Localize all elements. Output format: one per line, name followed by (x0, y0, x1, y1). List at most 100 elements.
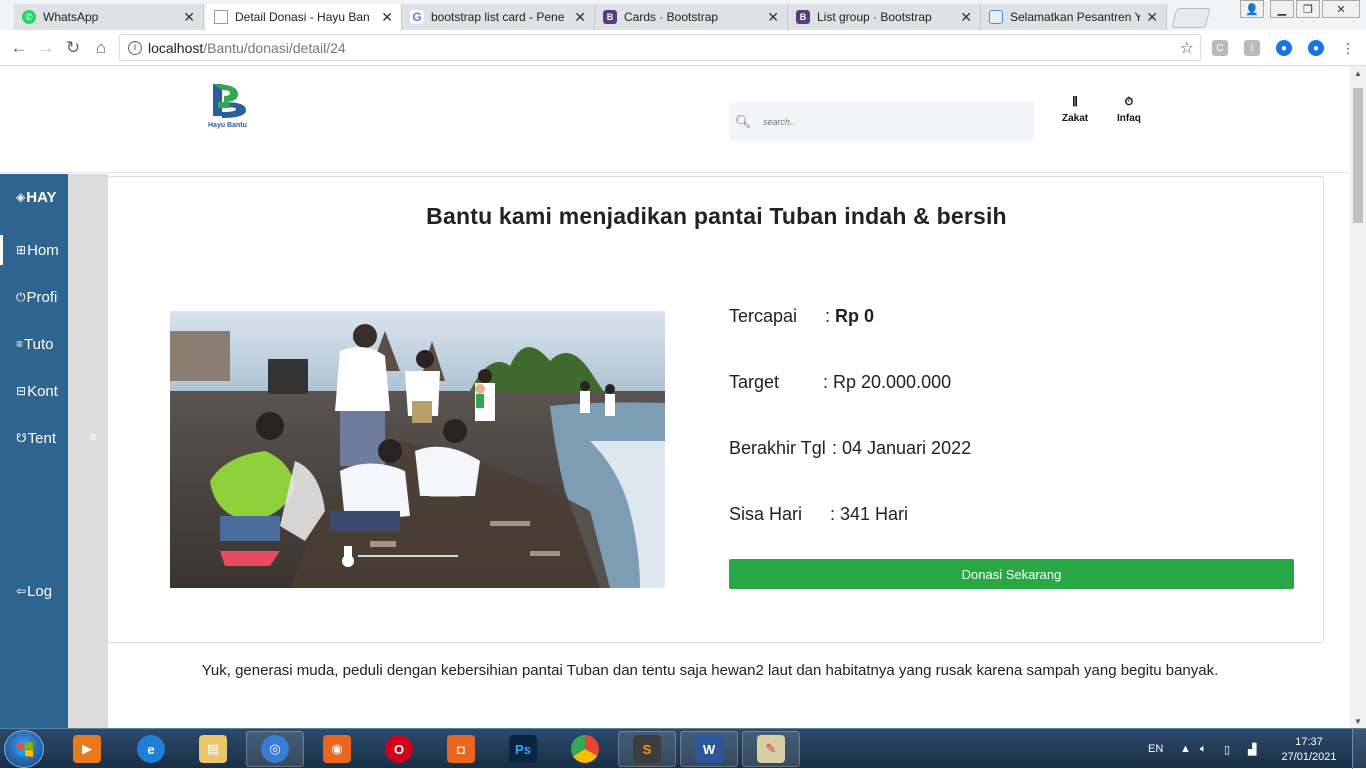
taskbar-internet-explorer[interactable]: e (122, 731, 180, 767)
tab-bootstrap-cards[interactable]: B Cards · Bootstrap ✕ (595, 4, 788, 30)
tab-detail-donasi[interactable]: Detail Donasi - Hayu Ban ✕ (206, 4, 402, 30)
info-icon[interactable]: i (128, 40, 142, 55)
taskbar-app-orange[interactable]: ◉ (308, 731, 366, 767)
taskbar-word[interactable]: W (680, 731, 738, 767)
nav-zakat-label: Zakat (1062, 113, 1089, 124)
show-desktop-button[interactable] (1352, 729, 1366, 769)
windows-taskbar: ▶ e ▤ ◎ ◉ O ◘ Ps S W ✎ EN ▲ 🔈︎ ▯ ▟ 17:37… (0, 728, 1366, 769)
tab-bootstrap-list-group[interactable]: B List group · Bootstrap ✕ (788, 4, 981, 30)
sidebar-brand[interactable]: ◈ HAY (0, 182, 68, 212)
nav-zakat[interactable]: ⫼ Zakat (1062, 96, 1088, 124)
restore-icon[interactable]: ❐ (1296, 0, 1320, 18)
berakhir-row: Berakhir Tgl: 04 Januari 2022 (729, 438, 971, 459)
hamburger-icon[interactable]: ≡ (89, 429, 97, 444)
sidebar-brand-label: HAY (26, 188, 57, 206)
extension-search2-icon[interactable]: ● (1308, 40, 1324, 56)
scroll-up-icon[interactable]: ▲ (1350, 66, 1366, 80)
contact-icon: ⊟ (16, 384, 27, 398)
search-input[interactable] (757, 102, 1034, 141)
power-icon: ⏻ (16, 289, 26, 304)
bookmark-star-icon[interactable]: ☆ (1180, 38, 1194, 58)
taskbar-camera-app[interactable]: ◘ (432, 731, 490, 767)
camera-icon: ◘ (447, 735, 475, 763)
clock-time: 17:37 (1295, 736, 1323, 748)
sisa-hari-value: : 341 Hari (830, 504, 909, 524)
system-clock[interactable]: 17:37 27/01/2021 (1278, 735, 1340, 765)
extension-c-icon[interactable]: C (1212, 40, 1228, 56)
profile-icon[interactable]: 👤 (1240, 0, 1264, 18)
sidebar-item-home[interactable]: ⊞ Hom (0, 235, 68, 265)
home-icon[interactable]: ⌂ (90, 37, 112, 59)
web-page: Hayu Bantu 🔍︎ ⫼ Zakat ⏱ Infaq ◈HAY ⊞Hom … (0, 66, 1350, 728)
tab-title: Detail Donasi - Hayu Ban (235, 10, 370, 24)
sidebar-item-tutorial[interactable]: ≡ Tuto (0, 329, 68, 359)
taskbar-chrome[interactable] (556, 731, 614, 767)
sidebar-item-kontak[interactable]: ⊟ Kont (0, 376, 68, 406)
address-bar[interactable]: i localhost/Bantu/donasi/detail/24 ☆ (119, 34, 1201, 61)
tab-google-search[interactable]: G bootstrap list card - Pene ✕ (402, 4, 595, 30)
language-indicator[interactable]: EN (1148, 729, 1163, 769)
taskbar-paint[interactable]: ✎ (742, 731, 800, 767)
back-icon[interactable]: ← (8, 37, 30, 59)
reload-icon[interactable]: ↻ (62, 37, 84, 59)
donate-now-button[interactable]: Donasi Sekarang (729, 559, 1294, 589)
close-icon[interactable]: ✕ (1146, 9, 1158, 26)
chromium-icon: ◎ (261, 735, 289, 763)
windows-flag-icon (17, 742, 33, 757)
power-tray-icon[interactable]: ▯ (1224, 729, 1230, 769)
forward-icon[interactable]: → (35, 37, 57, 59)
sidebar-item-profil[interactable]: ⏻ Profi (0, 282, 68, 312)
taskbar-chromium[interactable]: ◎ (246, 731, 304, 767)
minimize-icon[interactable]: ▁ (1270, 0, 1294, 18)
carousel-indicator-icon[interactable] (340, 546, 460, 568)
close-icon[interactable]: ✕ (767, 9, 779, 26)
close-icon[interactable]: ✕ (381, 9, 393, 26)
close-icon[interactable]: ✕ (960, 9, 972, 26)
sidebar-item-logout[interactable]: ⇦ Log (0, 576, 68, 606)
url-host: localhost (148, 39, 204, 56)
menu-icon[interactable]: ⋮ (1340, 40, 1356, 56)
tercapai-value: Rp 0 (835, 306, 875, 326)
target-value: : Rp 20.000.000 (823, 372, 952, 392)
chrome-icon (571, 735, 599, 763)
close-icon[interactable]: ✕ (183, 9, 195, 26)
taskbar-media-player[interactable]: ▶ (58, 731, 116, 767)
target-row: Target : Rp 20.000.000 (729, 372, 951, 393)
sidebar-item-label: Tuto (24, 335, 54, 353)
layers-icon: ◈ (16, 190, 26, 204)
taskbar-sublime-text[interactable]: S (618, 731, 676, 767)
browser-toolbar: ← → ↻ ⌂ i localhost/Bantu/donasi/detail/… (0, 30, 1366, 66)
sidebar-toggle-area: ≡ (68, 174, 108, 728)
nav-infaq[interactable]: ⏱ Infaq (1117, 96, 1141, 124)
tab-whatsapp[interactable]: ✆ WhatsApp ✕ (14, 4, 204, 30)
start-button[interactable] (4, 730, 44, 768)
opera-icon: O (385, 735, 413, 763)
google-icon: G (410, 10, 424, 24)
clock-date: 27/01/2021 (1281, 751, 1337, 763)
sidebar-item-label: Profi (26, 288, 58, 306)
show-hidden-icons-icon[interactable]: ▲ (1180, 729, 1191, 769)
bootstrap-icon: B (603, 10, 617, 24)
sidebar: ◈ HAY ⊞ Hom ⏻ Profi ≡ Tuto ⊟ Kont ☋ Tent ⇦ Log (0, 174, 68, 728)
network-icon[interactable]: ▟ (1248, 729, 1256, 769)
page-scrollbar[interactable]: ▲ ▼ (1350, 66, 1366, 728)
search-icon[interactable]: 🔍︎ (729, 114, 757, 130)
volume-icon[interactable]: 🔈︎ (1200, 729, 1207, 769)
scroll-down-icon[interactable]: ▼ (1350, 714, 1366, 728)
whatsapp-icon: ✆ (22, 10, 36, 24)
sisa-hari-row: Sisa Hari: 341 Hari (729, 504, 908, 525)
scrollbar-thumb[interactable] (1353, 88, 1363, 223)
tab-pesantren[interactable]: Selamatkan Pesantren Ya ✕ (981, 4, 1167, 30)
extension-search-icon[interactable]: ● (1276, 40, 1292, 56)
new-tab-button[interactable] (1171, 8, 1211, 28)
taskbar-opera[interactable]: O (370, 731, 428, 767)
tercapai-label: Tercapai (729, 306, 798, 326)
extension-i-icon[interactable]: I (1244, 40, 1260, 56)
taskbar-file-explorer[interactable]: ▤ (184, 731, 242, 767)
taskbar-photoshop[interactable]: Ps (494, 731, 552, 767)
carousel-indicators[interactable] (340, 546, 460, 568)
sidebar-item-tentang[interactable]: ☋ Tent (0, 423, 68, 453)
close-icon[interactable]: ✕ (574, 9, 586, 26)
target-label: Target (729, 372, 780, 392)
close-window-icon[interactable]: ✕ (1322, 0, 1360, 18)
